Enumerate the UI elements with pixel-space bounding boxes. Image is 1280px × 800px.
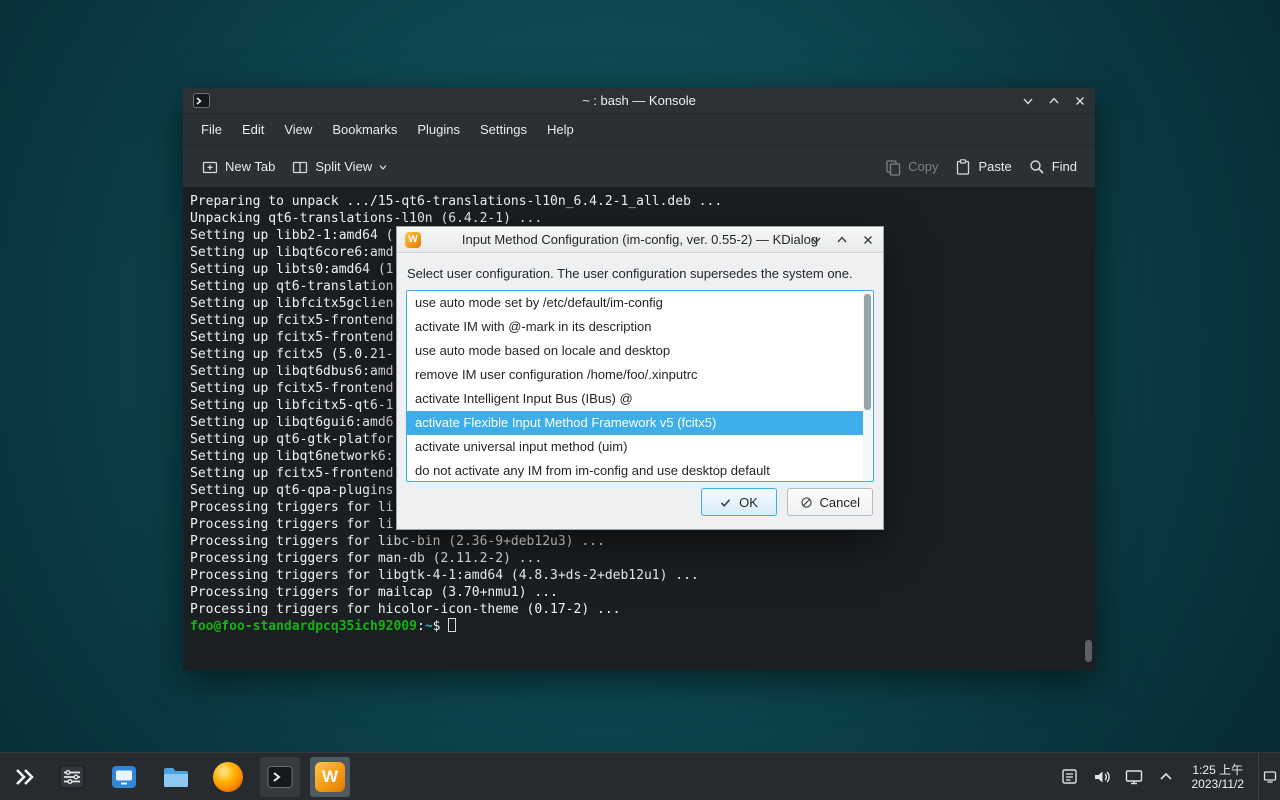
terminal-cursor — [448, 618, 456, 632]
split-view-label: Split View — [315, 159, 372, 174]
taskbar-im-config-task[interactable]: W — [310, 757, 350, 797]
paste-button[interactable]: Paste — [946, 152, 1019, 182]
prompt-user: foo@foo-standardpcq35ich92009 — [190, 619, 417, 634]
find-label: Find — [1052, 159, 1077, 174]
close-button[interactable] — [1071, 92, 1089, 110]
terminal-line: Unpacking qt6-translations-l10n (6.4.2-1… — [190, 210, 1093, 227]
copy-label: Copy — [908, 159, 938, 174]
list-scrollbar[interactable] — [863, 292, 872, 480]
list-item[interactable]: activate Intelligent Input Bus (IBus) @ — [407, 387, 863, 411]
clipboard-tray-icon[interactable] — [1058, 765, 1082, 789]
terminal-scrollbar[interactable] — [1085, 640, 1092, 662]
chevron-down-icon — [378, 162, 388, 172]
clock-time: 1:25 上午 — [1192, 763, 1245, 777]
maximize-button[interactable] — [1045, 92, 1063, 110]
split-view-button[interactable]: Split View — [283, 152, 396, 182]
menu-item-help[interactable]: Help — [537, 116, 584, 143]
menu-item-bookmarks[interactable]: Bookmarks — [322, 116, 407, 143]
copy-icon — [884, 158, 902, 176]
terminal-line: Processing triggers for man-db (2.11.2-2… — [190, 550, 1093, 567]
list-item[interactable]: use auto mode based on locale and deskto… — [407, 339, 863, 363]
terminal-line: Processing triggers for libgtk-4-1:amd64… — [190, 567, 1093, 584]
system-settings-icon[interactable] — [56, 761, 88, 793]
list-item[interactable]: activate Flexible Input Method Framework… — [407, 411, 863, 435]
cancel-label: Cancel — [820, 495, 860, 510]
split-view-icon — [291, 158, 309, 176]
menu-item-file[interactable]: File — [191, 116, 232, 143]
dialog-message: Select user configuration. The user conf… — [407, 266, 873, 281]
konsole-app-icon — [193, 92, 210, 109]
minimize-button[interactable] — [1019, 92, 1037, 110]
dialog-close-button[interactable] — [859, 231, 877, 249]
volume-icon[interactable] — [1090, 765, 1114, 789]
list-item[interactable]: activate IM with @-mark in its descripti… — [407, 315, 863, 339]
cancel-icon — [800, 496, 813, 509]
new-tab-label: New Tab — [225, 159, 275, 174]
tray-expander-caret-up-icon[interactable] — [1154, 765, 1178, 789]
menu-item-edit[interactable]: Edit — [232, 116, 274, 143]
konsole-titlebar[interactable]: ~ : bash — Konsole — [183, 88, 1095, 114]
firefox-icon[interactable] — [212, 761, 244, 793]
taskbar: W 1:25 上午 2023/11/2 — [0, 752, 1280, 800]
terminal-line: Processing triggers for mailcap (3.70+nm… — [190, 584, 1093, 601]
kdialog-titlebar[interactable]: W Input Method Configuration (im-config,… — [397, 227, 883, 253]
dialog-minimize-button[interactable] — [807, 231, 825, 249]
check-icon — [719, 496, 732, 509]
paste-icon — [954, 158, 972, 176]
find-button[interactable]: Find — [1020, 152, 1085, 182]
copy-button[interactable]: Copy — [876, 152, 946, 182]
app-launcher-button[interactable] — [8, 761, 40, 793]
kdialog-window: W Input Method Configuration (im-config,… — [396, 226, 884, 530]
new-tab-button[interactable]: New Tab — [193, 152, 283, 182]
taskbar-konsole-task[interactable] — [260, 757, 300, 797]
menu-item-settings[interactable]: Settings — [470, 116, 537, 143]
prompt-symbol: $ — [433, 619, 441, 634]
dialog-button-row: OK Cancel — [397, 488, 883, 529]
prompt-path: ~ — [425, 619, 433, 634]
list-scrollbar-handle[interactable] — [864, 294, 871, 410]
terminal-line: Processing triggers for hicolor-icon-the… — [190, 601, 1093, 618]
display-tray-icon[interactable] — [1122, 765, 1146, 789]
terminal-line: Processing triggers for libc-bin (2.36-9… — [190, 533, 1093, 550]
im-config-task-icon: W — [315, 762, 345, 792]
show-desktop-button[interactable] — [1258, 753, 1280, 800]
prompt-separator: : — [417, 619, 425, 634]
menu-item-view[interactable]: View — [274, 116, 322, 143]
konsole-menubar: FileEditViewBookmarksPluginsSettingsHelp — [183, 114, 1095, 146]
clock-date: 2023/11/2 — [1192, 777, 1245, 791]
list-item[interactable]: use auto mode set by /etc/default/im-con… — [407, 291, 863, 315]
menu-item-plugins[interactable]: Plugins — [407, 116, 470, 143]
cancel-button[interactable]: Cancel — [787, 488, 873, 516]
im-config-list[interactable]: use auto mode set by /etc/default/im-con… — [406, 290, 874, 482]
konsole-toolbar: New Tab Split View Copy — [183, 146, 1095, 188]
terminal-prompt-line: foo@foo-standardpcq35ich92009:~$ — [190, 618, 1093, 635]
ok-button[interactable]: OK — [701, 488, 777, 516]
search-icon — [1028, 158, 1046, 176]
file-manager-icon[interactable] — [160, 761, 192, 793]
paste-label: Paste — [978, 159, 1011, 174]
im-config-app-icon: W — [405, 232, 421, 248]
terminal-line: Preparing to unpack .../15-qt6-translati… — [190, 193, 1093, 210]
ok-label: OK — [739, 495, 758, 510]
list-item[interactable]: do not activate any IM from im-config an… — [407, 459, 863, 482]
new-tab-icon — [201, 158, 219, 176]
digital-clock[interactable]: 1:25 上午 2023/11/2 — [1192, 763, 1245, 791]
list-item[interactable]: remove IM user configuration /home/foo/.… — [407, 363, 863, 387]
list-item[interactable]: activate universal input method (uim) — [407, 435, 863, 459]
display-settings-app-icon[interactable] — [108, 761, 140, 793]
konsole-window-title: ~ : bash — Konsole — [183, 93, 1095, 108]
list-items-container: use auto mode set by /etc/default/im-con… — [407, 291, 863, 482]
dialog-maximize-button[interactable] — [833, 231, 851, 249]
